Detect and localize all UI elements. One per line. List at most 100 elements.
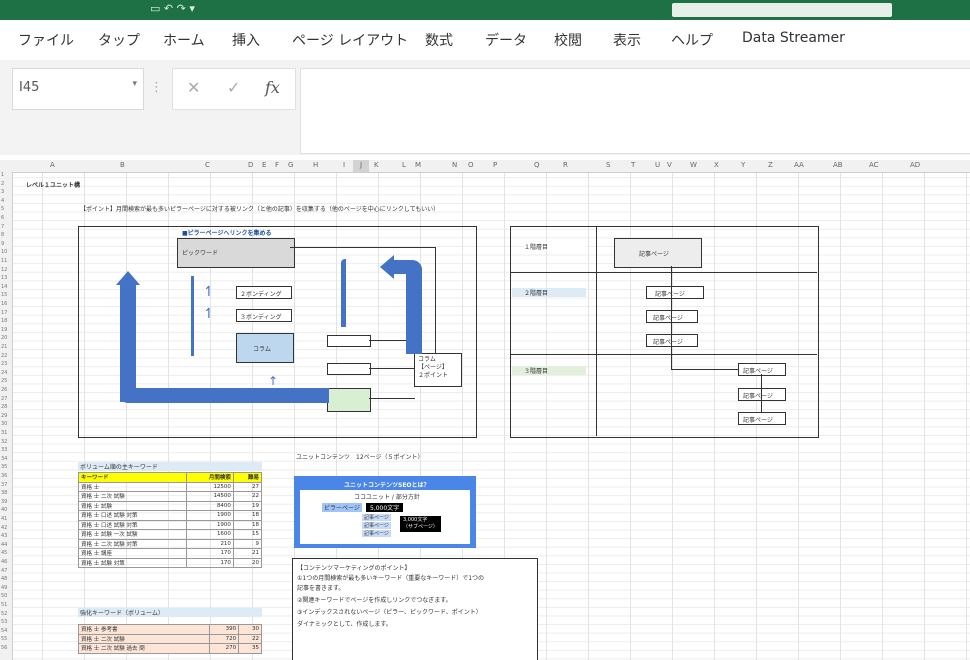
column-header[interactable]: AC <box>869 161 879 169</box>
column-header[interactable]: E <box>262 161 266 169</box>
row-header[interactable]: 35 <box>1 464 7 470</box>
row-header[interactable]: 45 <box>1 550 7 556</box>
column-header[interactable]: O <box>468 161 474 169</box>
column-header[interactable]: L <box>402 161 406 169</box>
row-header[interactable]: 54 <box>1 628 7 634</box>
table-cell[interactable]: 資格 士 講座 <box>78 548 187 559</box>
row-header[interactable]: 16 <box>1 301 7 307</box>
column-header[interactable]: S <box>606 161 610 169</box>
column-header[interactable]: X <box>714 161 719 169</box>
table-cell[interactable]: 資格 士 二次 試験 過去 問 <box>78 643 210 654</box>
table-cell[interactable]: 270 <box>208 643 240 654</box>
table-row[interactable]: 資格 士 二次 試験 14500 22 <box>78 491 263 502</box>
row-header[interactable]: 52 <box>1 611 7 617</box>
tab-review[interactable]: 校閲 <box>554 30 582 50</box>
row-header[interactable]: 25 <box>1 378 7 384</box>
table-row[interactable]: 資格 士 二次 試験 過去 問 270 35 <box>78 643 262 654</box>
row-header[interactable]: 38 <box>1 490 7 496</box>
tab-tap[interactable]: タップ <box>98 30 140 50</box>
tab-data-streamer[interactable]: Data Streamer <box>742 30 845 46</box>
table-row[interactable]: 資格 士 二次 試験 対策 210 9 <box>78 538 263 549</box>
row-header[interactable]: 31 <box>1 430 7 436</box>
table-cell[interactable]: 9 <box>232 538 263 549</box>
row-header[interactable]: 55 <box>1 636 7 642</box>
row-header[interactable]: 37 <box>1 482 7 488</box>
row-header[interactable]: 19 <box>1 327 7 333</box>
row-header[interactable]: 11 <box>1 258 7 264</box>
table-cell[interactable]: 170 <box>185 557 234 568</box>
row-header[interactable]: 50 <box>1 593 7 599</box>
column-header[interactable]: I <box>343 161 345 169</box>
column-header[interactable]: AD <box>910 161 920 169</box>
table-cell[interactable]: 資格 士 二次 試験 <box>78 491 187 502</box>
table-cell[interactable]: 20 <box>232 557 263 568</box>
table-cell[interactable]: 資格 士 試験 <box>78 500 187 511</box>
row-header[interactable]: 32 <box>1 439 7 445</box>
column-header[interactable]: Y <box>741 161 745 169</box>
tab-page-layout[interactable]: ページ レイアウト <box>292 30 408 50</box>
table-cell[interactable]: 資格 士 二次 試験 対策 <box>78 538 187 549</box>
table-cell[interactable]: 8400 <box>185 500 234 511</box>
quick-access-toolbar[interactable]: ▭ ↶ ↷ ▾ <box>150 2 195 15</box>
row-header[interactable]: 30 <box>1 421 7 427</box>
table-row[interactable]: 資格 士 口述 試験 対策 1900 18 <box>78 510 263 521</box>
chevron-down-icon[interactable]: ▾ <box>132 79 137 89</box>
column-header[interactable]: G <box>288 161 293 169</box>
row-header[interactable]: 20 <box>1 335 7 341</box>
column-headers[interactable]: A B C D E F G H I J K L M N O P Q R S T U V W X Y Z AA AB AC AD <box>0 160 970 173</box>
row-header[interactable]: 18 <box>1 318 7 324</box>
table-cell[interactable]: 資格 士 試験 一次 試験 <box>78 529 187 540</box>
row-header[interactable]: 41 <box>1 516 7 522</box>
row-header[interactable]: 17 <box>1 310 7 316</box>
tab-view[interactable]: 表示 <box>613 30 641 50</box>
row-header[interactable]: 44 <box>1 542 7 548</box>
table-row[interactable]: 資格 士 口述 試験 対策 1900 18 <box>78 519 263 530</box>
table-cell[interactable]: 1900 <box>185 510 234 521</box>
enter-icon[interactable]: ✓ <box>227 78 240 97</box>
column-header[interactable]: Q <box>534 161 540 169</box>
table-cell[interactable]: 22 <box>238 633 262 644</box>
table-cell[interactable]: 資格 士 口述 試験 対策 <box>78 519 187 530</box>
row-header[interactable]: 10 <box>1 249 7 255</box>
row-header[interactable]: 43 <box>1 533 7 539</box>
table-cell[interactable]: 資格 士 試験 対策 <box>78 557 187 568</box>
column-header[interactable]: V <box>667 161 672 169</box>
table-cell[interactable]: 15 <box>232 529 263 540</box>
row-header[interactable]: 26 <box>1 387 7 393</box>
table-row[interactable]: 資格 士 12500 27 <box>78 481 263 492</box>
column-header[interactable]: C <box>205 161 210 169</box>
table-cell[interactable]: 18 <box>232 510 263 521</box>
name-box[interactable]: I45 ▾ <box>12 68 144 110</box>
row-header[interactable]: 56 <box>1 645 7 651</box>
table-cell[interactable]: 18 <box>232 519 263 530</box>
column-header[interactable]: A <box>50 161 55 169</box>
column-header[interactable]: T <box>631 161 635 169</box>
row-header[interactable]: 48 <box>1 576 7 582</box>
table-cell[interactable]: 170 <box>185 548 234 559</box>
row-header[interactable]: 53 <box>1 619 7 625</box>
row-header[interactable]: 34 <box>1 456 7 462</box>
row-header[interactable]: 33 <box>1 447 7 453</box>
row-header[interactable]: 3 <box>1 189 4 195</box>
row-header[interactable]: 36 <box>1 473 7 479</box>
row-header[interactable]: 6 <box>1 215 4 221</box>
row-header[interactable]: 46 <box>1 559 7 565</box>
search-box[interactable] <box>672 3 892 17</box>
column-header[interactable]: F <box>275 161 279 169</box>
row-header[interactable]: 24 <box>1 370 7 376</box>
table-cell[interactable]: 資格 士 口述 試験 対策 <box>78 510 187 521</box>
column-header[interactable]: P <box>493 161 497 169</box>
column-header[interactable]: W <box>690 161 697 169</box>
tab-insert[interactable]: 挿入 <box>232 30 260 50</box>
column-header[interactable]: J <box>360 161 362 169</box>
table-cell[interactable]: 資格 士 二次 試験 <box>78 633 210 644</box>
row-header[interactable]: 40 <box>1 507 7 513</box>
row-header[interactable]: 8 <box>1 232 4 238</box>
cancel-icon[interactable]: ✕ <box>187 78 200 97</box>
table-cell[interactable]: 12500 <box>185 481 234 492</box>
row-header[interactable]: 15 <box>1 292 7 298</box>
table-cell[interactable]: 資格 士 参考書 <box>78 624 210 635</box>
row-header[interactable]: 22 <box>1 353 7 359</box>
column-header[interactable]: K <box>374 161 379 169</box>
tab-file[interactable]: ファイル <box>18 30 74 50</box>
